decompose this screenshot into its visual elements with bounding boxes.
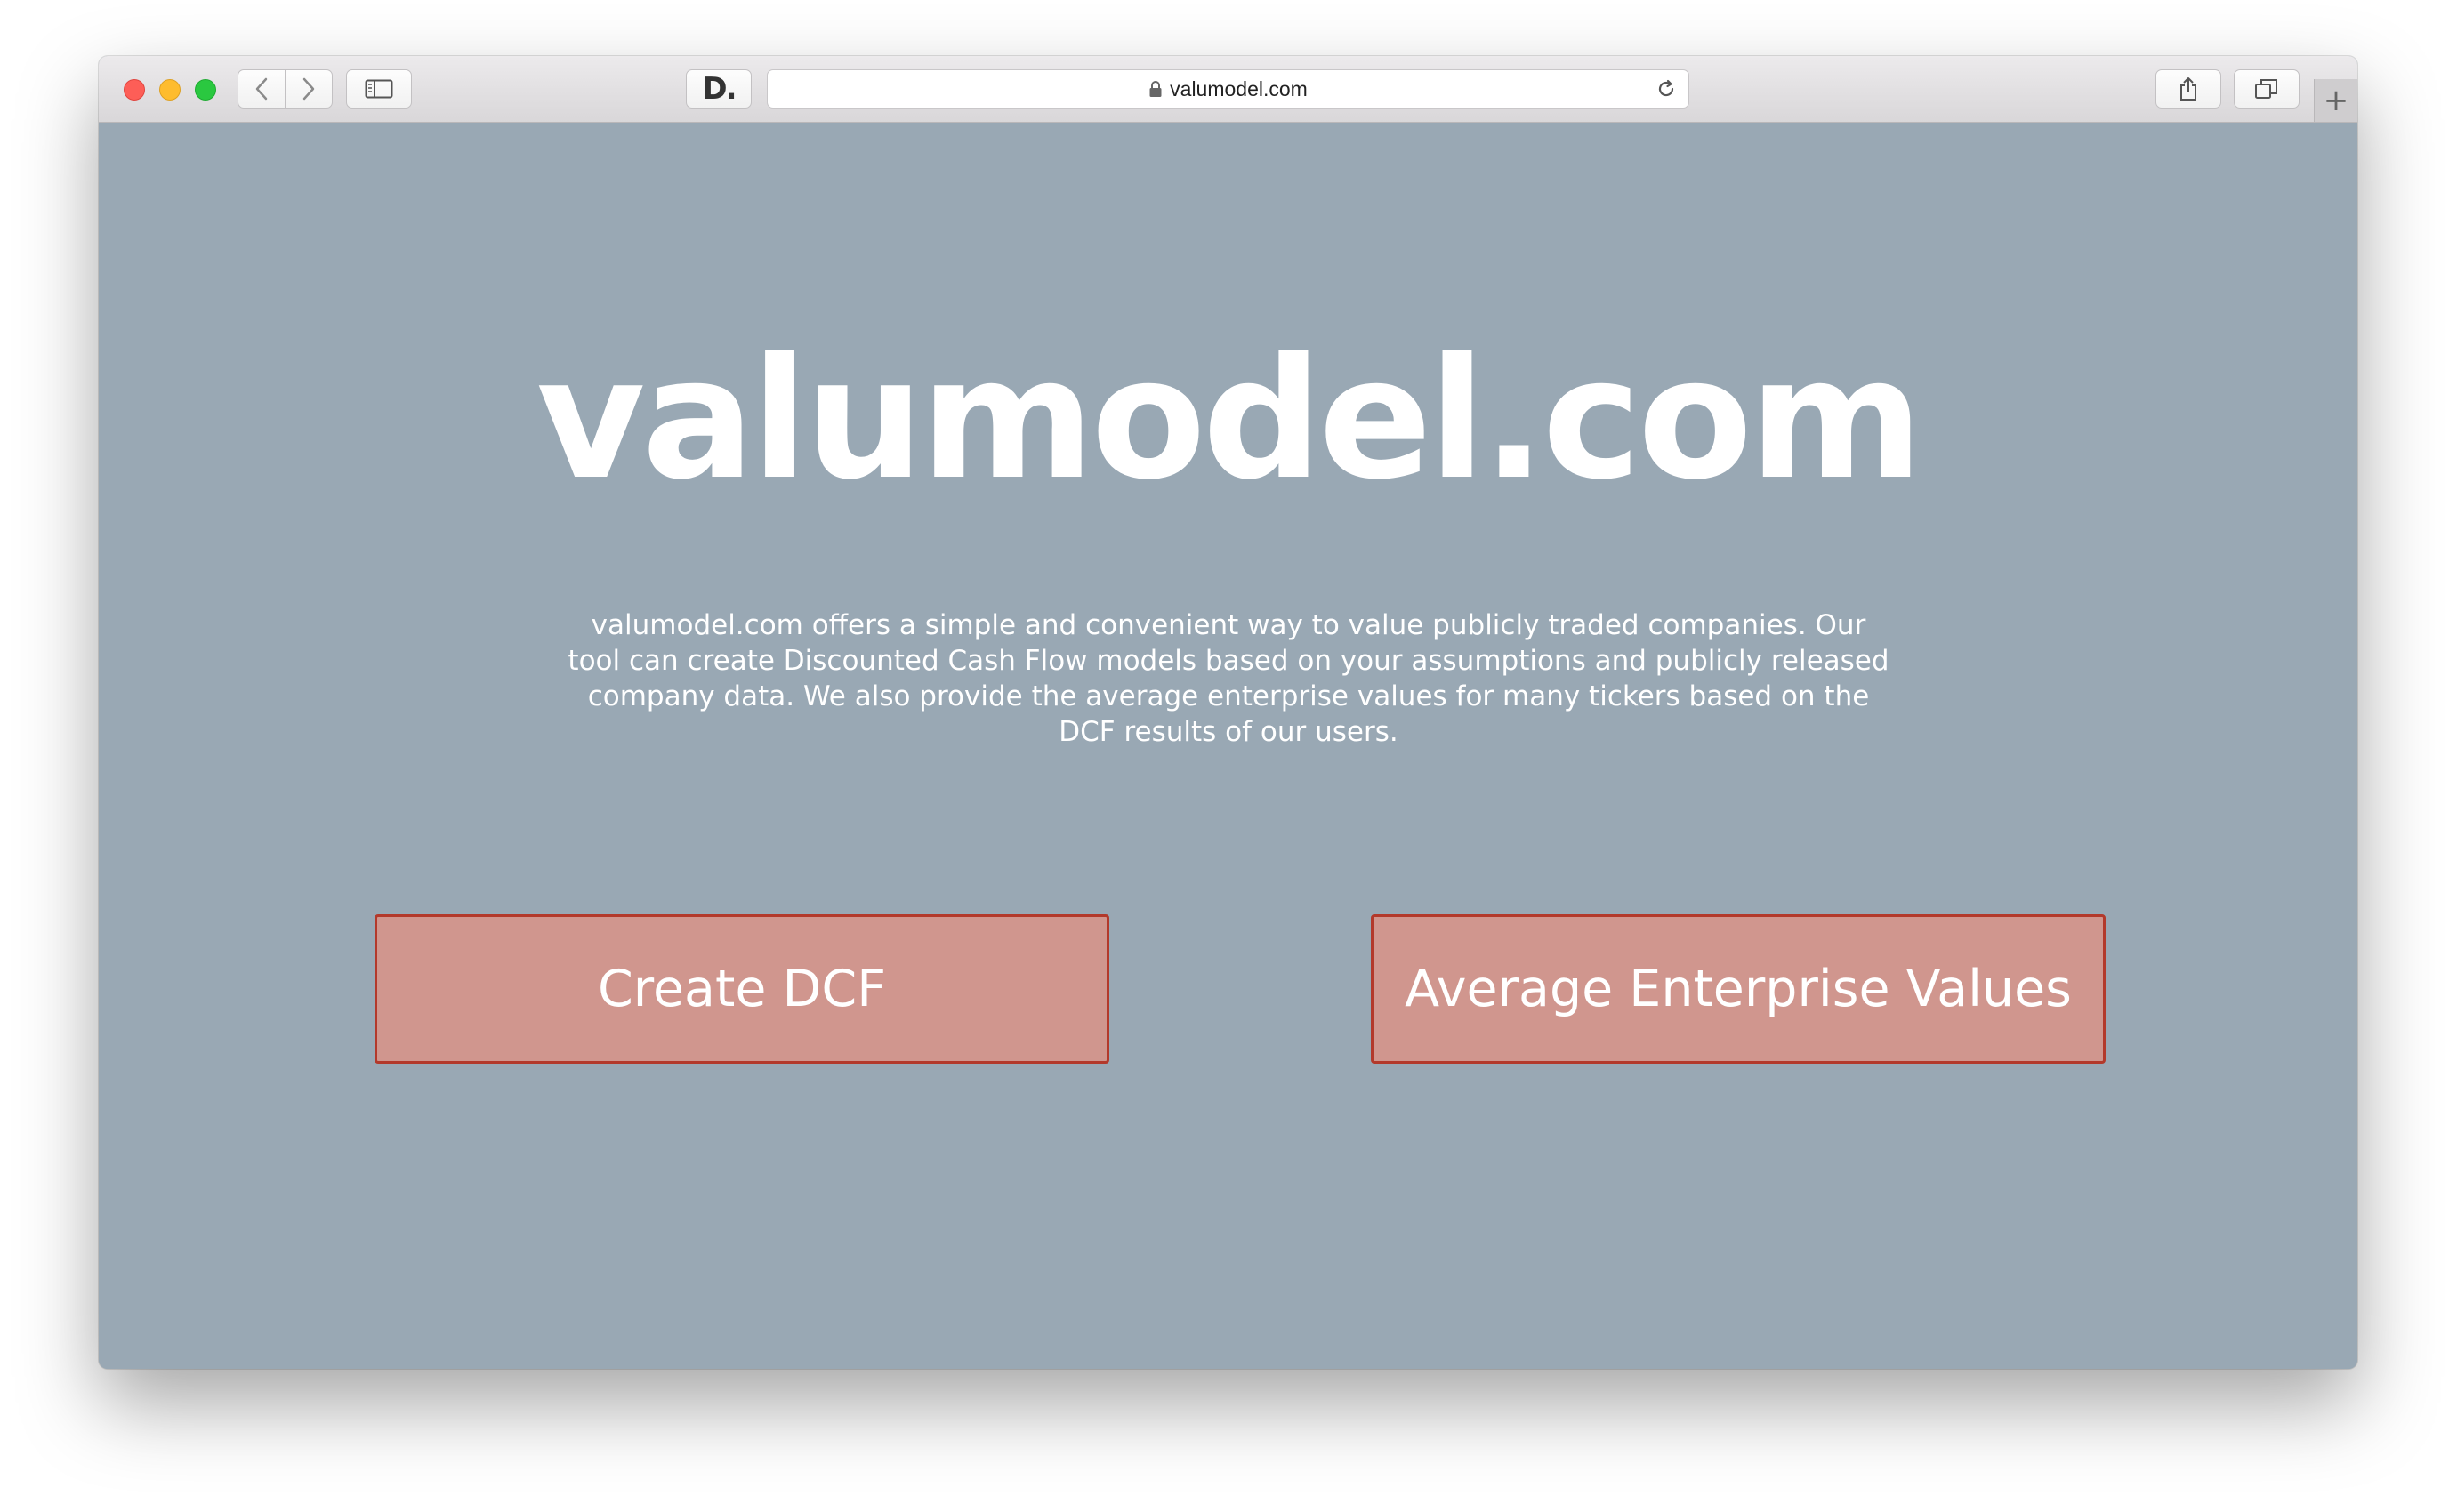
lock-icon xyxy=(1149,81,1162,97)
extension-logo: D. xyxy=(702,71,737,107)
extension-button[interactable]: D. xyxy=(686,69,752,109)
tab-overview-button[interactable] xyxy=(2234,69,2300,109)
share-button[interactable] xyxy=(2155,69,2221,109)
back-button[interactable] xyxy=(238,69,286,109)
page-description: valumodel.com offers a simple and conven… xyxy=(568,609,1889,748)
tabs-overview-icon xyxy=(2255,79,2277,99)
forward-button[interactable] xyxy=(285,69,333,109)
minimize-window-button[interactable] xyxy=(159,79,181,101)
create-dcf-button[interactable]: Create DCF xyxy=(375,914,1109,1064)
zoom-window-button[interactable] xyxy=(195,79,216,101)
page-title: valumodel.com xyxy=(536,322,1923,517)
sidebar-icon xyxy=(365,79,393,99)
chevron-right-icon xyxy=(302,77,315,101)
url-text: valumodel.com xyxy=(1170,76,1308,101)
share-icon xyxy=(2180,77,2196,101)
close-window-button[interactable] xyxy=(124,79,145,101)
browser-toolbar: D. valumodel.com + xyxy=(99,56,2357,123)
browser-window: D. valumodel.com + valumodel.com valumod… xyxy=(99,56,2357,1369)
address-bar[interactable]: valumodel.com xyxy=(767,69,1689,109)
page-content: valumodel.com valumodel.com offers a sim… xyxy=(99,123,2357,1369)
sidebar-toggle-button[interactable] xyxy=(346,69,412,109)
chevron-left-icon xyxy=(255,77,268,101)
desktop-background: D. valumodel.com + valumodel.com valumod… xyxy=(0,0,2457,1512)
new-tab-button[interactable]: + xyxy=(2314,79,2357,122)
average-enterprise-values-button[interactable]: Average Enterprise Values xyxy=(1371,914,2106,1064)
reload-icon[interactable] xyxy=(1655,77,1678,101)
